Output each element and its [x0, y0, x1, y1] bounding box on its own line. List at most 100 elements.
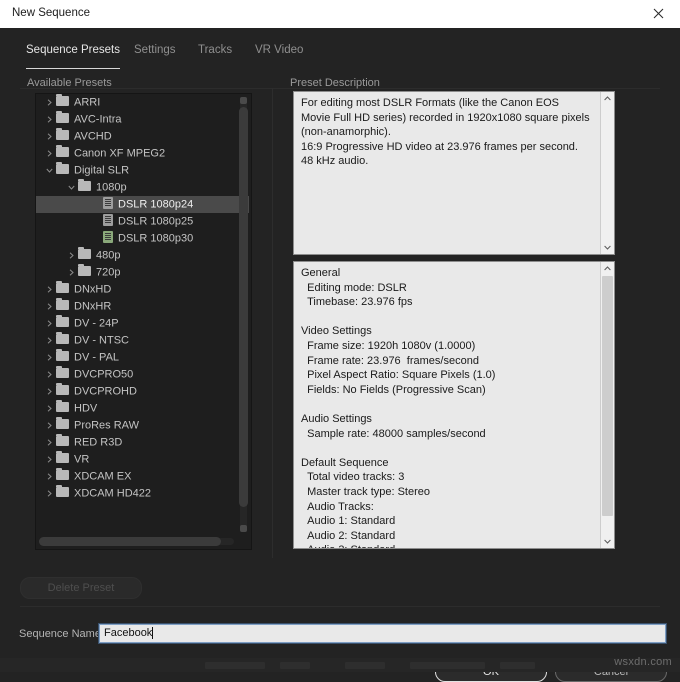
folder-icon [56, 145, 69, 158]
chevron-right-icon[interactable] [44, 128, 55, 145]
dialog-body: Sequence Presets Settings Tracks VR Vide… [0, 28, 680, 682]
tree-row[interactable]: DVCPROHD [36, 383, 249, 400]
chevron-right-icon[interactable] [44, 417, 55, 434]
folder-icon [78, 264, 91, 277]
scroll-thumb[interactable] [239, 107, 248, 507]
tree-row[interactable]: RED R3D [36, 434, 249, 451]
folder-icon [56, 485, 69, 498]
tree-row[interactable]: DSLR 1080p25 [36, 213, 249, 230]
tree-rows-container: ARRI AVC-Intra AVCHD Canon XF MPEG2 Digital … [36, 94, 249, 535]
scroll-up-icon[interactable] [601, 92, 614, 105]
chevron-right-icon[interactable] [44, 451, 55, 468]
tree-row-label: DNxHD [74, 283, 112, 296]
close-icon[interactable] [636, 0, 680, 27]
tree-row-label: DVCPROHD [74, 385, 137, 398]
tree-row[interactable]: DSLR 1080p24 [36, 196, 249, 213]
preset-description-label: Preset Description [290, 77, 380, 89]
folder-icon [56, 366, 69, 379]
tree-row[interactable]: XDCAM HD422 [36, 485, 249, 502]
chevron-right-icon[interactable] [44, 315, 55, 332]
chevron-right-icon[interactable] [44, 94, 55, 111]
specs-scroll-up-icon[interactable] [601, 262, 614, 275]
chevron-right-icon[interactable] [44, 383, 55, 400]
chevron-right-icon[interactable] [66, 247, 77, 264]
sequence-name-input[interactable]: Facebook [99, 624, 666, 643]
scroll-thumb-h[interactable] [39, 537, 221, 546]
chevron-right-icon[interactable] [44, 485, 55, 502]
folder-icon [56, 111, 69, 124]
tab-vr-video[interactable]: VR Video [255, 44, 303, 66]
tree-row[interactable]: 480p [36, 247, 249, 264]
tree-row[interactable]: AVC-Intra [36, 111, 249, 128]
tree-row[interactable]: Canon XF MPEG2 [36, 145, 249, 162]
tree-row[interactable]: DV - NTSC [36, 332, 249, 349]
tree-row-label: DSLR 1080p25 [118, 215, 194, 228]
tree-row-label: XDCAM HD422 [74, 487, 152, 500]
tree-row-label: VR [74, 453, 90, 466]
specs-scrollbar[interactable] [600, 262, 614, 548]
chevron-right-icon[interactable] [66, 264, 77, 281]
tree-row[interactable]: Digital SLR [36, 162, 249, 179]
tab-bar: Sequence Presets Settings Tracks VR Vide… [0, 44, 680, 70]
scroll-down-cap[interactable] [240, 525, 247, 532]
specs-scroll-thumb[interactable] [602, 276, 613, 516]
tab-sequence-presets[interactable]: Sequence Presets [26, 44, 120, 69]
chevron-right-icon[interactable] [44, 468, 55, 485]
tree-row-label: 1080p [96, 181, 127, 194]
delete-preset-button[interactable]: Delete Preset [20, 577, 142, 599]
specs-scroll-down-icon[interactable] [601, 535, 614, 548]
chevron-right-icon[interactable] [44, 400, 55, 417]
chevron-right-icon[interactable] [44, 281, 55, 298]
folder-icon [56, 383, 69, 396]
chevron-right-icon[interactable] [44, 434, 55, 451]
chevron-down-icon[interactable] [44, 162, 55, 179]
tree-row-label: DV - NTSC [74, 334, 129, 347]
preset-file-icon [103, 214, 113, 227]
description-scrollbar[interactable] [600, 92, 614, 254]
tree-row[interactable]: AVCHD [36, 128, 249, 145]
tree-row-label: ARRI [74, 96, 101, 109]
folder-icon [56, 298, 69, 311]
new-sequence-dialog: New Sequence Sequence Presets Settings T… [0, 0, 680, 682]
tree-row[interactable]: 1080p [36, 179, 249, 196]
folder-icon [56, 332, 69, 345]
tab-settings[interactable]: Settings [134, 44, 176, 66]
watermark: wsxdn.com [614, 656, 672, 668]
tree-row-label: DV - PAL [74, 351, 120, 364]
folder-icon [56, 434, 69, 447]
sequence-name-label: Sequence Name: [19, 628, 104, 640]
tree-row-label: 720p [96, 266, 121, 279]
tree-row[interactable]: HDV [36, 400, 249, 417]
chevron-right-icon[interactable] [44, 111, 55, 128]
scroll-up-cap[interactable] [240, 97, 247, 104]
scroll-down-icon[interactable] [601, 241, 614, 254]
title-bar: New Sequence [0, 0, 680, 29]
tree-row[interactable]: DV - PAL [36, 349, 249, 366]
chevron-right-icon[interactable] [44, 332, 55, 349]
chevron-right-icon[interactable] [44, 366, 55, 383]
footer-divider [20, 606, 660, 607]
tree-row[interactable]: XDCAM EX [36, 468, 249, 485]
tree-row-label: DNxHR [74, 300, 112, 313]
tree-row[interactable]: VR [36, 451, 249, 468]
tree-row[interactable]: ProRes RAW [36, 417, 249, 434]
tab-tracks[interactable]: Tracks [198, 44, 232, 66]
tree-row[interactable]: DNxHR [36, 298, 249, 315]
tree-row[interactable]: DNxHD [36, 281, 249, 298]
tree-row-label: XDCAM EX [74, 470, 132, 483]
tree-row[interactable]: DSLR 1080p30 [36, 230, 249, 247]
sequence-name-value: Facebook [104, 627, 153, 639]
tree-vertical-scrollbar[interactable] [239, 97, 248, 532]
tree-row[interactable]: ARRI [36, 94, 249, 111]
chevron-right-icon[interactable] [44, 349, 55, 366]
tree-row[interactable]: DV - 24P [36, 315, 249, 332]
tree-row[interactable]: 720p [36, 264, 249, 281]
chevron-down-icon[interactable] [66, 179, 77, 196]
folder-icon [56, 349, 69, 362]
tree-horizontal-scrollbar[interactable] [39, 537, 234, 546]
chevron-right-icon[interactable] [44, 145, 55, 162]
tree-row[interactable]: DVCPRO50 [36, 366, 249, 383]
available-presets-tree[interactable]: ARRI AVC-Intra AVCHD Canon XF MPEG2 Digital … [35, 93, 252, 550]
chevron-right-icon[interactable] [44, 298, 55, 315]
